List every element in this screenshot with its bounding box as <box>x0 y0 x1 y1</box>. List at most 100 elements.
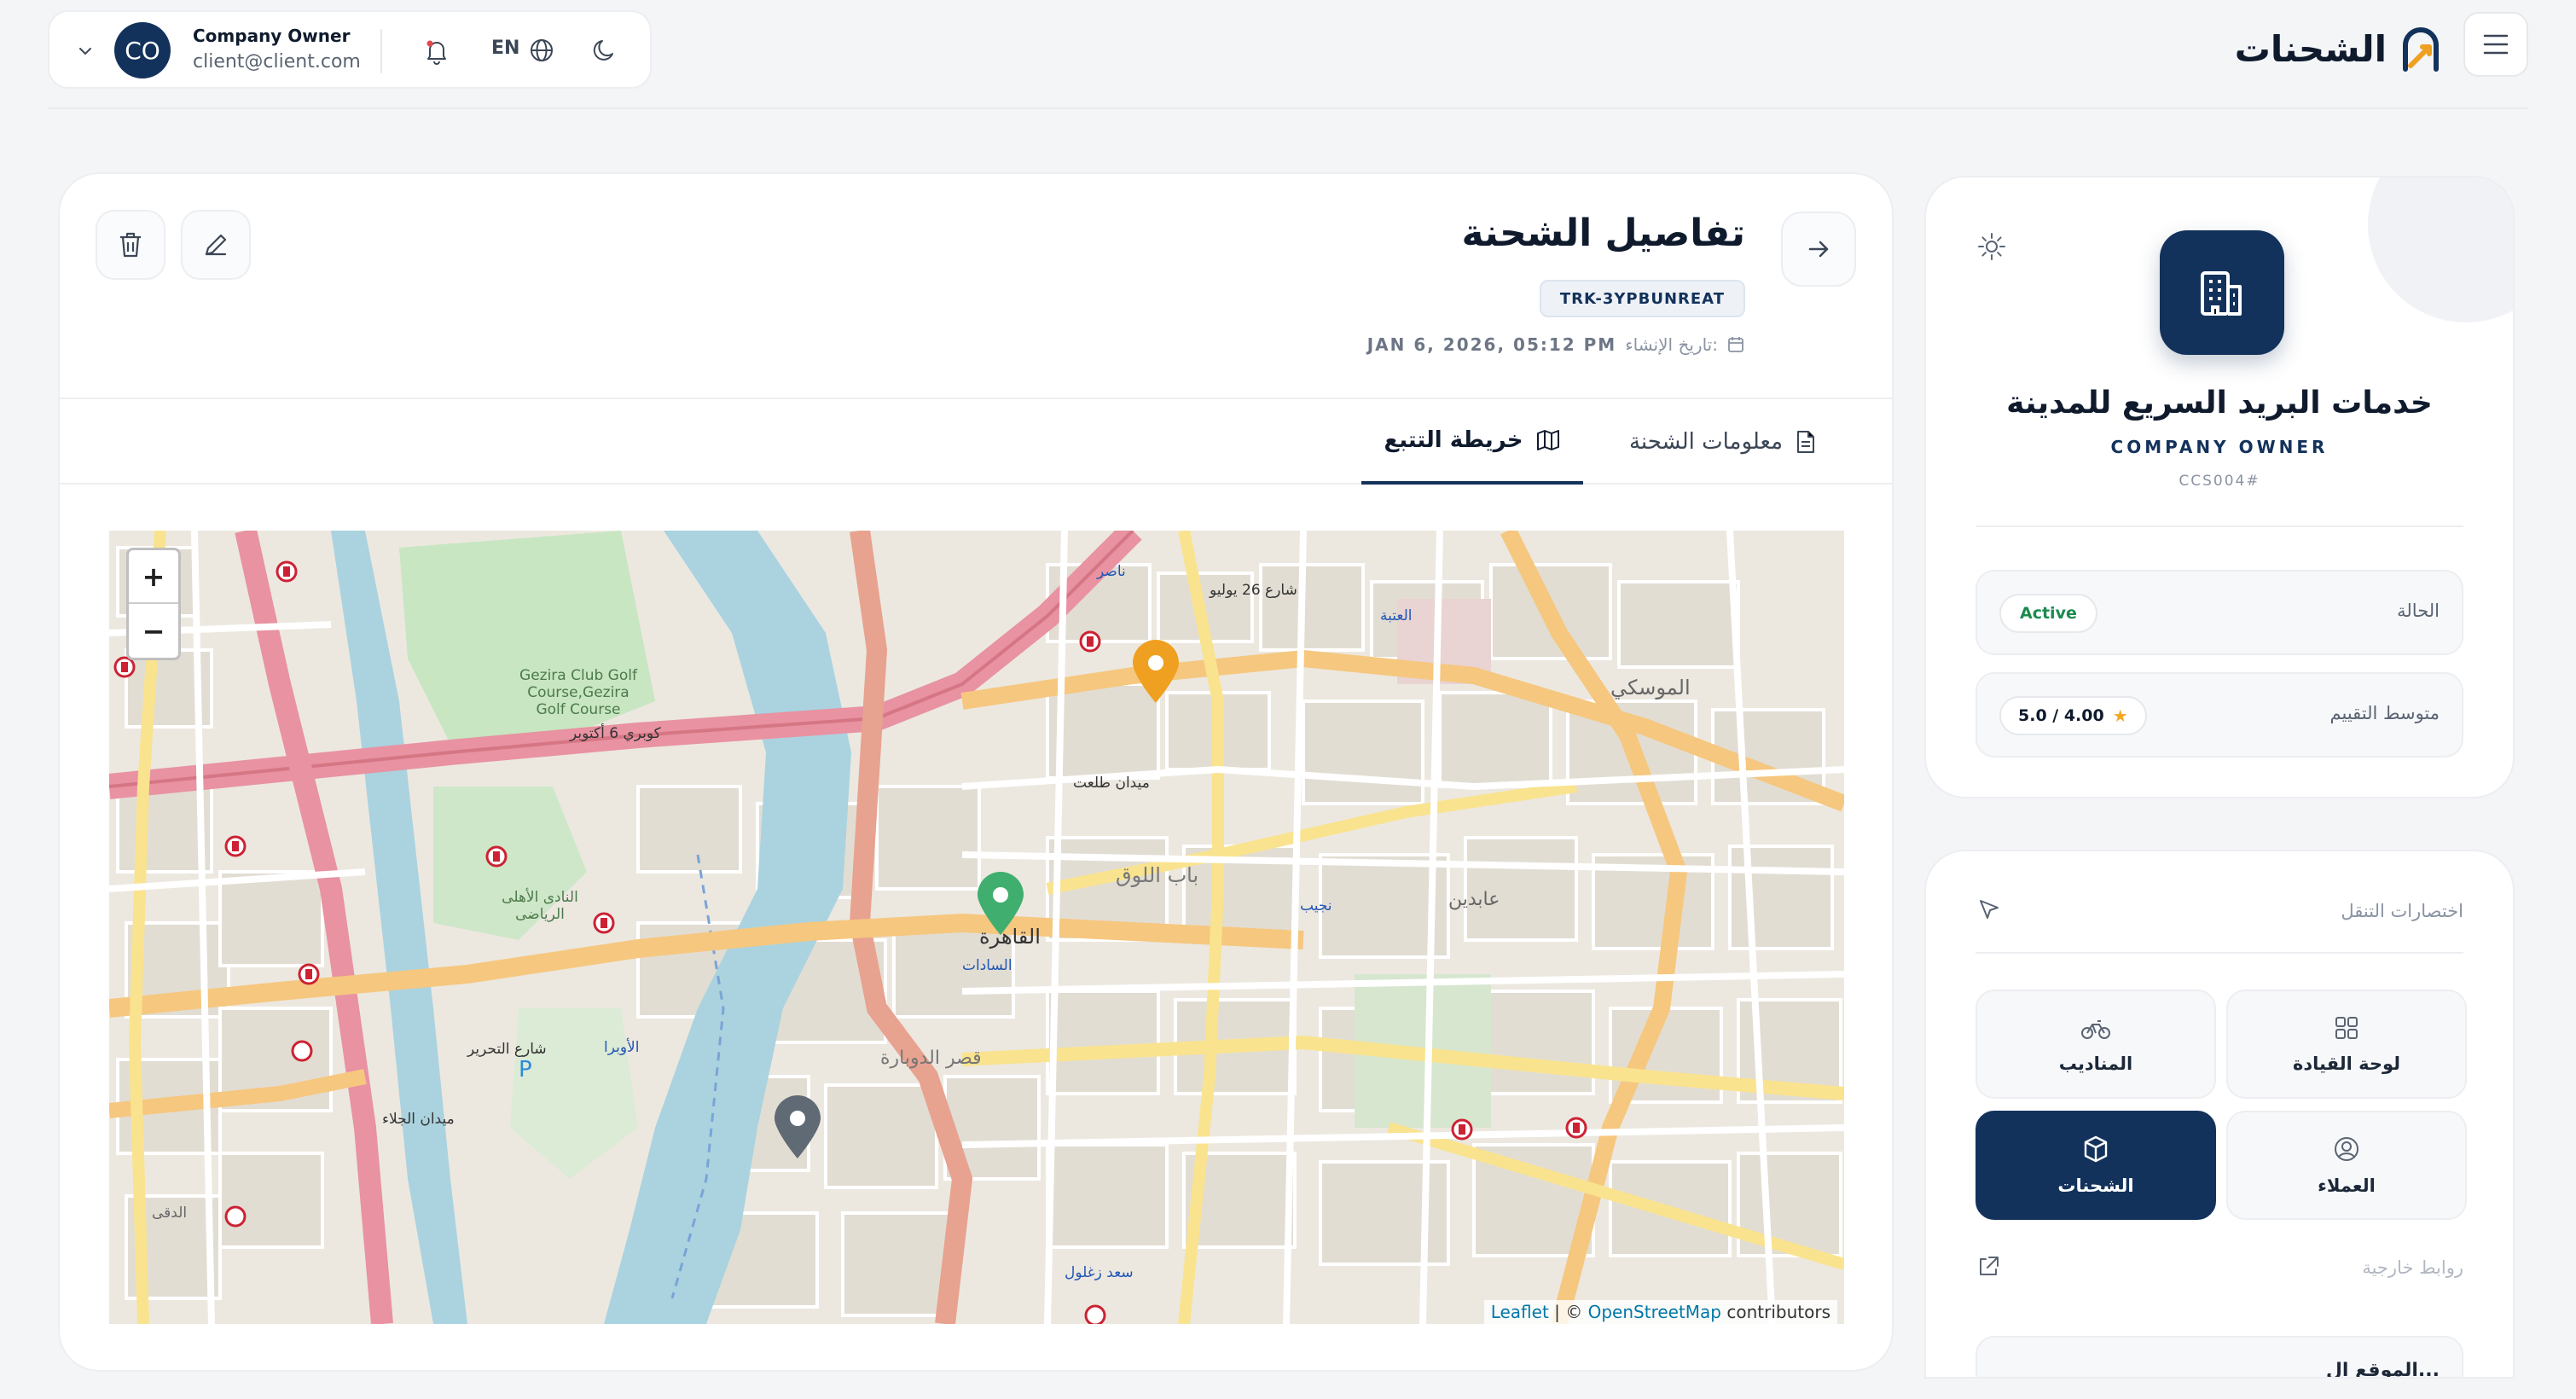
current-location-marker[interactable] <box>974 870 1027 937</box>
tab-shipment-info[interactable]: معلومات الشحنة <box>1629 399 1817 485</box>
grid-icon <box>2335 1017 2358 1039</box>
map-label: شارع 26 يوليو <box>1210 582 1297 599</box>
map-label: كوبري 6 أكتوبر <box>570 725 661 742</box>
navigation-shortcuts-card: اختصارات التنقل لوحة القيادة المناديب ال… <box>1924 850 2515 1379</box>
tab-tracking-map[interactable]: خريطة التتبع <box>1361 399 1583 485</box>
map-label: السادات <box>962 957 1012 974</box>
tab-bar: معلومات الشحنة خريطة التتبع <box>60 398 1892 485</box>
rating-badge: 5.0 / 4.00 ★ <box>1999 696 2147 735</box>
nav-couriers[interactable]: المناديب <box>1976 990 2216 1099</box>
globe-icon[interactable] <box>527 36 556 65</box>
trash-icon <box>120 232 141 258</box>
leaflet-link[interactable]: Leaflet <box>1491 1302 1549 1322</box>
back-button[interactable] <box>1781 212 1856 287</box>
avatar: CO <box>114 22 171 78</box>
nav-dashboard[interactable]: لوحة القيادة <box>2226 990 2467 1099</box>
map-label: سعد زغلول <box>1065 1264 1134 1281</box>
destination-marker[interactable] <box>771 1094 824 1160</box>
status-label: الحالة <box>2397 601 2440 621</box>
brand[interactable]: الشحنات <box>2235 19 2443 78</box>
svg-text:P: P <box>519 1057 532 1083</box>
map-label: باب اللوق <box>1116 863 1199 887</box>
star-icon: ★ <box>2112 705 2128 726</box>
user-menu[interactable]: CO Company Owner client@client.com EN <box>48 10 652 89</box>
created-date-value: JAN 6, 2026, 05:12 PM <box>1366 334 1617 355</box>
bell-icon[interactable] <box>421 36 452 67</box>
shipment-details-card: تفاصيل الشحنة TRK-3YPBUNREAT JAN 6, 2026… <box>58 172 1894 1372</box>
zoom-out-button[interactable]: − <box>129 604 178 658</box>
tracking-map[interactable]: P Gezira Club Golf Course,Gezira Golf Co… <box>109 531 1844 1324</box>
user-name: Company Owner <box>193 26 351 46</box>
nav-customers-label: العملاء <box>2318 1176 2376 1196</box>
pencil-icon <box>205 234 227 256</box>
document-icon <box>1797 431 1814 453</box>
chevron-down-icon[interactable] <box>75 41 96 61</box>
company-icon <box>2160 230 2284 355</box>
osm-link[interactable]: OpenStreetMap <box>1588 1302 1721 1322</box>
box-icon <box>2084 1135 2108 1163</box>
divider <box>1976 952 2463 954</box>
nav-shipments[interactable]: الشحنات <box>1976 1111 2216 1220</box>
map-label: الأوبرا <box>604 1039 640 1056</box>
nav-couriers-label: المناديب <box>2058 1054 2133 1074</box>
map-label: عابدين <box>1448 889 1500 910</box>
external-link-item[interactable]: الموقع ال... <box>1976 1336 2463 1379</box>
nav-customers[interactable]: العملاء <box>2226 1111 2467 1220</box>
company-code: CCS004# <box>2179 473 2260 490</box>
attribution-separator: | © <box>1548 1302 1588 1322</box>
top-bar: CO Company Owner client@client.com EN ال… <box>48 0 2528 109</box>
moon-icon[interactable] <box>590 36 619 65</box>
delete-button[interactable] <box>96 210 165 280</box>
status-badge: Active <box>1999 594 2097 633</box>
company-name: خدمات البريد السريع للمدينة <box>2006 386 2433 421</box>
map-label: الموسكي <box>1610 676 1691 700</box>
map-label: Gezira Club Golf Course,Gezira Golf Cour… <box>519 667 637 718</box>
map-label: شارع التحرير <box>467 1041 547 1058</box>
user-email: client@client.com <box>193 51 361 73</box>
rating-row: متوسط التقييم 5.0 / 4.00 ★ <box>1976 672 2463 758</box>
language-label[interactable]: EN <box>491 38 519 59</box>
company-role: COMPANY OWNER <box>2110 437 2329 457</box>
map-attribution: Leaflet | © OpenStreetMap contributors <box>1483 1300 1837 1324</box>
map-label: ميدان الجلاء <box>382 1111 455 1128</box>
map-label: نجيب <box>1300 897 1332 914</box>
created-date: JAN 6, 2026, 05:12 PM تاريخ الإنشاء: <box>1367 334 1745 355</box>
map-label: ميدان طلعت <box>1073 775 1150 792</box>
external-link-label: الموقع ال... <box>2325 1360 2440 1379</box>
external-links-heading: روابط خارجية <box>2362 1257 2463 1278</box>
cursor-arrow-icon <box>1980 900 1999 919</box>
company-profile-card: خدمات البريد السريع للمدينة COMPANY OWNE… <box>1924 176 2515 798</box>
edit-button[interactable] <box>181 210 251 280</box>
tab-shipment-info-label: معلومات الشحنة <box>1628 429 1783 455</box>
created-date-label: تاريخ الإنشاء: <box>1625 334 1718 355</box>
tracking-code-badge: TRK-3YPBUNREAT <box>1539 280 1745 317</box>
rating-value: 5.0 / 4.00 <box>2018 706 2104 725</box>
nav-shipments-label: الشحنات <box>2057 1176 2134 1196</box>
nav-dashboard-label: لوحة القيادة <box>2292 1054 2401 1074</box>
divider <box>1976 525 2463 527</box>
rating-label: متوسط التقييم <box>2329 703 2440 723</box>
brand-title: الشحنات <box>2234 27 2387 70</box>
building-icon <box>2201 271 2242 316</box>
attribution-suffix: contributors <box>1721 1302 1830 1322</box>
user-circle-icon <box>2335 1137 2358 1161</box>
map-label: قصر الدوبارة <box>880 1048 982 1069</box>
gear-icon[interactable] <box>1976 230 2008 263</box>
status-row: الحالة Active <box>1976 570 2463 655</box>
app-root: CO Company Owner client@client.com EN ال… <box>0 0 2576 1399</box>
tab-tracking-map-label: خريطة التتبع <box>1384 427 1523 453</box>
brand-logo-icon <box>2403 27 2439 72</box>
divider <box>380 29 382 73</box>
menu-button[interactable] <box>2463 12 2528 77</box>
external-link-icon <box>1980 1257 1999 1275</box>
map-label: العتبة <box>1380 607 1413 624</box>
calendar-icon <box>1728 337 1743 352</box>
zoom-control: + − <box>126 548 181 660</box>
zoom-in-button[interactable]: + <box>129 550 178 604</box>
bicycle-icon <box>2081 1020 2110 1039</box>
map-label: الدقى <box>152 1205 188 1222</box>
page-title: تفاصيل الشحنة <box>1461 212 1745 255</box>
origin-marker[interactable] <box>1129 638 1182 705</box>
menu-icon <box>2483 34 2509 55</box>
map-icon <box>1536 430 1559 450</box>
